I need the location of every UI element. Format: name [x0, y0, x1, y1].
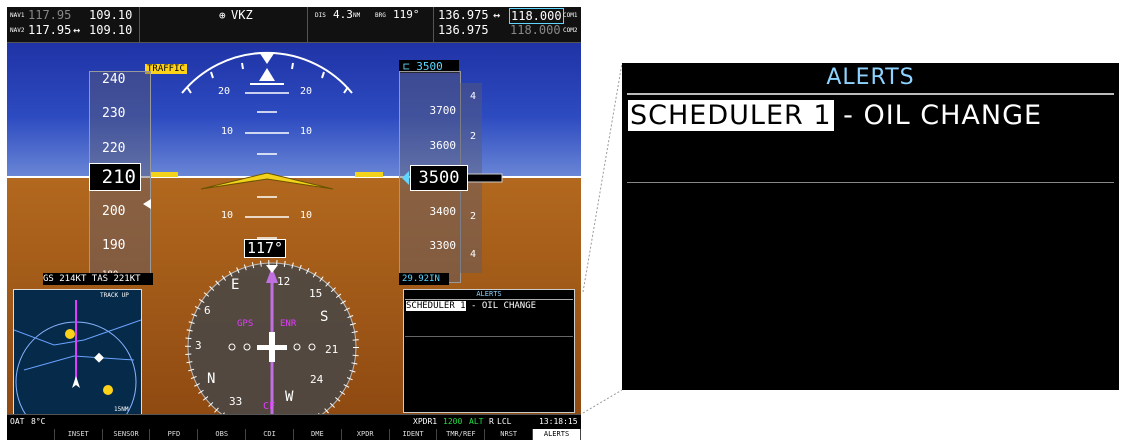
compass-label: N [207, 371, 216, 387]
gps-source-label: GPS [237, 319, 254, 329]
altitude-tick: 3300 [429, 239, 457, 252]
enr-mode-label: ENR [280, 319, 297, 329]
xpdr-mode: ALT [469, 417, 484, 426]
zoom-alert-source: SCHEDULER 1 [628, 100, 834, 131]
zoom-message-divider [627, 182, 1114, 183]
alerts-window[interactable]: ALERTS SCHEDULER 1 - OIL CHANGE [403, 289, 575, 413]
zoom-alerts-title: ALERTS [826, 65, 915, 90]
compass-label: 21 [325, 343, 339, 356]
softkey-pfd[interactable]: PFD [150, 429, 199, 440]
airspeed-readout: 210 [89, 163, 141, 191]
pitch-label: 10 [221, 210, 234, 221]
softkey-cdi[interactable]: CDI [246, 429, 294, 440]
pitch-label: 20 [218, 86, 231, 97]
alerts-zoom-callout: ALERTS SCHEDULER 1 - OIL CHANGE [622, 63, 1119, 390]
status-bar: OAT 8°C XPDR1 1200 ALT R LCL 13:18:15 [7, 414, 581, 429]
altitude-readout: 3500 [410, 165, 468, 191]
altitude-tick: 3600 [429, 139, 457, 152]
compass-label: 6 [204, 304, 211, 317]
tas-label: TAS [91, 274, 109, 284]
compass-label: 3 [195, 339, 202, 352]
cdi-label: CF [263, 401, 276, 412]
airspeed-tick: 190 [102, 238, 126, 253]
compass-label: 33 [229, 395, 243, 408]
softkey-obs[interactable]: OBS [198, 429, 247, 440]
compass-label: W [285, 389, 294, 405]
softkey-inset[interactable]: INSET [55, 429, 103, 440]
alerts-window-title: ALERTS [476, 290, 502, 298]
pitch-label: 10 [300, 210, 313, 221]
pitch-label: 10 [221, 126, 234, 137]
softkey-sensor[interactable]: SENSOR [103, 429, 151, 440]
softkey-nrst[interactable]: NRST [485, 429, 534, 440]
vsi-tick: 4 [470, 91, 477, 102]
softkey-dme[interactable]: DME [294, 429, 342, 440]
alert-message[interactable]: SCHEDULER 1 - OIL CHANGE [406, 301, 536, 311]
airspeed-tick: 230 [102, 106, 126, 121]
vsi-tick: 2 [470, 211, 477, 222]
softkey-blank[interactable] [7, 429, 55, 440]
pitch-label: 10 [300, 126, 313, 137]
zoom-alert-message: SCHEDULER 1 - OIL CHANGE [628, 100, 1042, 131]
softkey-bar: INSET SENSOR PFD OBS CDI DME XPDR IDENT … [7, 429, 581, 440]
airspeed-bug-icon [143, 199, 151, 209]
pitch-label: 20 [300, 86, 313, 97]
inset-map-orientation: TRACK UP [100, 292, 129, 299]
primary-flight-display: NAV1 117.95 109.10 NAV2 117.95 ↔ 109.10 … [7, 7, 581, 440]
oat-label: OAT [10, 417, 25, 426]
airspeed-tick: 220 [102, 141, 126, 156]
tas-value: 221KT [113, 274, 141, 284]
alert-text: - OIL CHANGE [465, 301, 537, 311]
oat-value: 8°C [31, 417, 46, 426]
gs-value: 214KT [59, 274, 87, 284]
groundspeed-tas-bar: GS 214KT TAS 221KT [43, 273, 153, 285]
softkey-tmr-ref[interactable]: TMR/REF [437, 429, 486, 440]
inset-map-range: 15NM [114, 406, 129, 413]
altitude-tick: 3400 [429, 205, 457, 218]
inset-map[interactable]: TRACK UP 15NM [13, 289, 142, 417]
airspeed-tick: 240 [102, 72, 126, 87]
softkey-xpdr[interactable]: XPDR [342, 429, 390, 440]
airspeed-tick: 200 [102, 204, 126, 219]
traffic-annunciation: TRAFFIC [145, 64, 187, 74]
hsi-compass-rose [185, 260, 359, 422]
compass-label: S [320, 309, 329, 325]
xpdr-code[interactable]: 1200 [443, 417, 462, 426]
zoom-alert-text: - OIL CHANGE [833, 100, 1043, 131]
inset-map-graphics [14, 300, 141, 416]
barometric-setting[interactable]: 29.92IN [399, 273, 449, 285]
heading-readout[interactable]: 117° [244, 239, 286, 258]
xpdr-label: XPDR1 [413, 417, 438, 426]
vsi-tick: 2 [470, 131, 477, 142]
reply-indicator: R [489, 417, 494, 426]
compass-label: 15 [309, 287, 323, 300]
compass-label: 24 [310, 373, 324, 386]
softkey-alerts[interactable]: ALERTS [533, 429, 581, 440]
gs-label: GS [43, 274, 54, 284]
alert-source: SCHEDULER 1 [406, 301, 466, 311]
compass-label: 12 [277, 275, 291, 288]
time-label: LCL [497, 417, 512, 426]
softkey-ident[interactable]: IDENT [390, 429, 438, 440]
zoom-title-divider [627, 93, 1114, 95]
local-time: 13:18:15 [539, 417, 578, 426]
vsi-tick: 4 [470, 249, 477, 260]
compass-label: E [231, 277, 240, 293]
altitude-tick: 3700 [429, 104, 457, 117]
